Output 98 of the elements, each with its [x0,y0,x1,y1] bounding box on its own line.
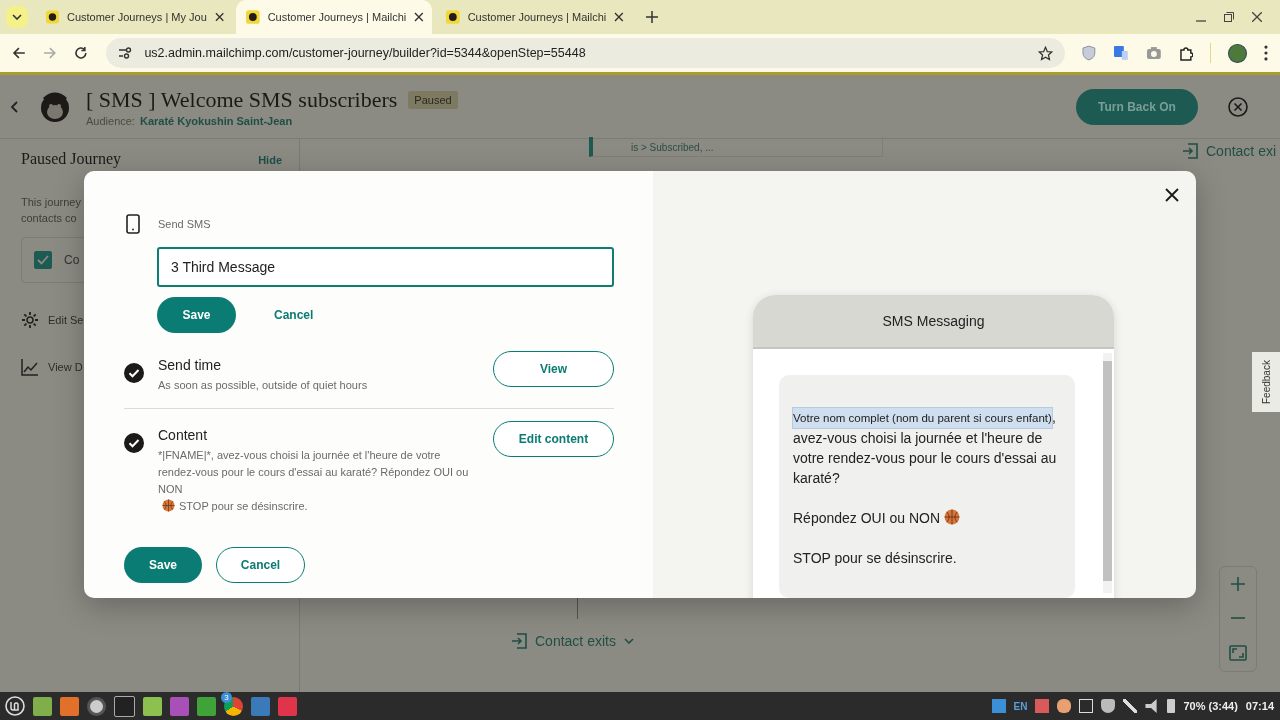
merge-tag: Votre nom complet (nom du parent si cours enfant) [793,408,1052,428]
description-text: This journey [21,195,81,209]
save-button[interactable]: Save [157,297,236,333]
camera-app-icon[interactable] [87,696,106,716]
close-icon[interactable] [414,12,424,22]
bookmark-star-icon[interactable] [1038,45,1054,61]
notification-tray-icon[interactable] [1057,699,1072,713]
phone-icon [126,214,140,234]
sidebar-link[interactable]: View D [48,361,83,373]
section-button[interactable]: View [493,351,614,387]
browser-tab[interactable]: Customer Journeys | Mailchi [236,0,432,34]
url-text: us2.admin.mailchimp.com/customer-journey/builder?id=5344&openStep=55448 [144,46,587,60]
exit-icon [511,633,527,649]
cancel-button[interactable]: Cancel [254,308,334,322]
more-menu-icon[interactable] [1264,45,1268,61]
preview-title: SMS Messaging [882,313,985,329]
close-circle-icon[interactable] [1228,96,1248,117]
section-title: Send time [158,357,223,373]
document-app-icon[interactable] [251,696,270,716]
contact-exits-label: Contact exi [1206,143,1277,159]
browser-tab[interactable]: Customer Journeys | Mailchi [436,0,632,34]
extensions-puzzle-icon[interactable] [1178,45,1194,61]
back-icon[interactable] [12,46,26,60]
settings-icon [21,311,39,329]
status-badge: Paused [408,90,458,109]
download-tray-icon[interactable] [991,699,1006,713]
save-button[interactable]: Save [124,547,202,583]
close-icon[interactable] [1252,12,1262,22]
clipboard-tray-icon[interactable] [1079,699,1094,713]
back-chevron-icon[interactable] [10,100,18,113]
contact-exits-dropdown[interactable]: Contact exits [511,633,634,649]
message-text: Répondez OUI ou NON [793,509,941,528]
feedback-tab[interactable]: Feedback [1252,352,1280,412]
clock[interactable]: 07:14 [1245,700,1274,712]
shield-icon[interactable] [1082,45,1096,61]
journey-title: [ SMS ] Welcome SMS subscribers [86,86,398,113]
message-text: STOP pour se désinscrire. [793,549,957,568]
hide-link[interactable]: Hide [258,153,282,167]
translate-icon[interactable] [1112,45,1129,61]
audience-link[interactable]: Karaté Kyokushin Saint-Jean [139,114,293,127]
camera-icon[interactable] [1145,46,1162,60]
step-summary: is > Subscribed, ... [631,142,714,153]
description-text: contacts co [21,211,77,225]
turn-back-on-button[interactable]: Turn Back On [1076,88,1198,125]
terminal-app-icon[interactable] [114,695,135,717]
start-menu-icon[interactable] [5,696,25,716]
step-name-field[interactable]: 3 Third Message [157,247,614,287]
message-text: avez-vous choisi la journée et l'heure de votre rendez-vous pour le cours d'essai au karaté? [793,429,1058,488]
message-text: , [1051,408,1056,427]
video-camera-tray-icon[interactable] [1035,699,1050,713]
favicon-icon [246,10,260,24]
video-app-icon[interactable] [170,696,189,716]
tab-title: Customer Journeys | My Jou [66,11,207,23]
exit-icon [1182,143,1198,159]
audience-label: Audience: [86,114,135,127]
step-type-label: Send SMS [158,218,211,230]
sidebar-link[interactable]: Edit Se [48,314,84,326]
tab-title: Customer Journeys | Mailchi [267,11,407,23]
tab-list-button[interactable] [6,6,28,28]
new-tab-icon[interactable] [646,11,658,23]
section-title: Content [158,427,209,443]
close-icon[interactable] [1165,188,1179,202]
folder-app-icon[interactable] [143,696,162,716]
section-summary: *|FNAME|*, avez-vous choisi la journée et l'heure de votre rendez-vous pour le cours d'essai au karaté? Répondez OUI ou NON [158,448,470,497]
maximize-icon[interactable] [1224,12,1234,22]
browser-tab[interactable]: Customer Journeys | My Jou [36,0,232,34]
close-icon[interactable] [614,12,624,22]
desktop-app-icon[interactable] [33,696,52,716]
reload-icon[interactable] [73,46,88,60]
sidebar-title: Paused Journey [21,150,121,168]
section-summary: As soon as possible, outside of quiet hours [158,378,368,393]
basketball-icon [944,509,961,525]
signal-app-icon[interactable] [278,696,297,716]
site-info-icon[interactable] [118,47,133,59]
checkbox[interactable] [34,251,52,269]
window-count-badge: 3 [221,691,232,703]
chevron-down-icon [12,14,22,20]
step-card[interactable]: is > Subscribed, ... [589,137,883,157]
browser-app-icon[interactable] [60,696,79,716]
cancel-button[interactable]: Cancel [216,547,305,583]
chevron-down-icon [623,638,634,644]
line-chart-icon [21,358,39,376]
section-summary: STOP pour se désinscrire. [179,499,308,514]
profile-avatar[interactable] [1228,43,1248,63]
section-button[interactable]: Edit content [493,421,614,457]
tab-title: Customer Journeys | Mailchi [467,11,607,23]
address-bar[interactable]: us2.admin.mailchimp.com/customer-journey/builder?id=5344&openStep=55448 [106,38,1066,68]
checklist-label: Co [64,253,80,267]
keyboard-language[interactable]: EN [1013,700,1028,712]
download-app-icon[interactable] [197,696,216,716]
shield-tray-icon[interactable] [1101,699,1116,713]
close-icon[interactable] [214,12,224,22]
basketball-icon [162,499,175,512]
favicon-icon [46,10,59,24]
battery-status: 70% (3:44) [1183,700,1238,712]
scrollbar[interactable] [1103,353,1112,593]
favicon-icon [446,10,460,24]
battery-icon[interactable] [1167,699,1176,713]
